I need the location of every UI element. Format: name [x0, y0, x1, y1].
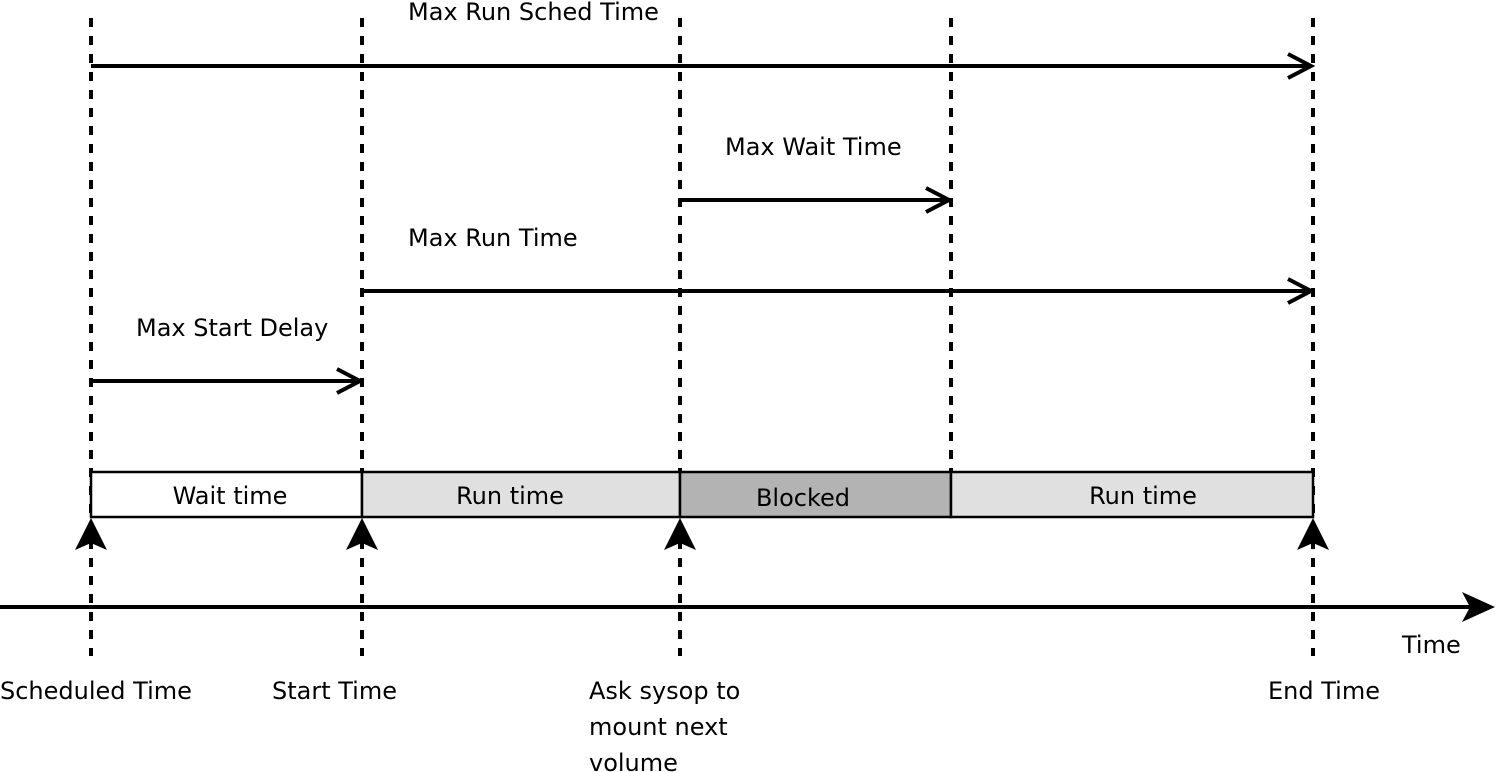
event-markers — [75, 518, 1329, 550]
max-run-sched-label: Max Run Sched Time — [408, 0, 659, 26]
interval-arrows: Max Run Sched Time Max Wait Time Max Run… — [91, 0, 1316, 395]
segment-run-1-label: Run time — [456, 482, 564, 510]
state-bar: Wait time Run time Blocked Run time — [89, 470, 1315, 519]
time-axis: Time — [0, 592, 1495, 659]
event-label-start: Start Time — [272, 677, 397, 705]
segment-blocked-label: Blocked — [756, 484, 850, 512]
event-label-ask-sysop-line1: Ask sysop to — [589, 677, 740, 705]
segment-wait-label: Wait time — [173, 482, 288, 510]
max-run-arrow — [362, 277, 1316, 305]
time-axis-label: Time — [1401, 631, 1461, 659]
max-run-label: Max Run Time — [408, 224, 578, 252]
segment-run-2-label: Run time — [1089, 482, 1197, 510]
event-label-scheduled: Scheduled Time — [0, 677, 192, 705]
max-wait-arrow — [680, 186, 954, 214]
event-labels: Scheduled Time Start Time Ask sysop to m… — [0, 677, 1380, 772]
event-label-ask-sysop-line3: volume — [589, 749, 678, 772]
max-run-sched-arrow — [91, 52, 1316, 80]
max-wait-label: Max Wait Time — [725, 133, 902, 161]
event-label-end: End Time — [1268, 677, 1380, 705]
timeline-diagram: Max Run Sched Time Max Wait Time Max Run… — [0, 0, 1495, 772]
max-start-delay-arrow — [91, 367, 365, 395]
event-label-ask-sysop-line2: mount next — [589, 713, 728, 741]
max-start-delay-label: Max Start Delay — [136, 314, 328, 342]
